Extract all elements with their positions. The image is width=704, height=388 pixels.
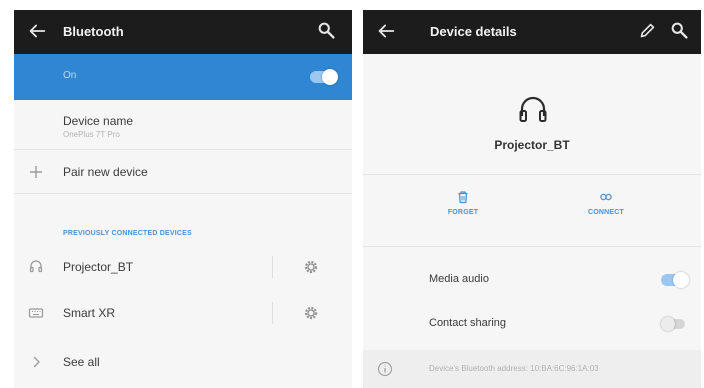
device-row-projector[interactable]: Projector_BT [14, 244, 352, 290]
see-all-row[interactable]: See all [14, 340, 352, 384]
see-all-label: See all [63, 355, 100, 369]
device-name-row[interactable]: Device name OnePlus 7T Pro [14, 100, 352, 150]
divider [363, 246, 701, 247]
contact-sharing-toggle[interactable] [661, 317, 685, 331]
bluetooth-address-text: Device's Bluetooth address: 10:BA:6C:96:… [429, 364, 599, 373]
toggle-knob [661, 317, 675, 331]
device-name-label: Device name [63, 114, 134, 128]
device-title: Projector_BT [494, 138, 570, 152]
link-icon [599, 190, 613, 204]
gear-icon[interactable] [303, 305, 319, 321]
info-icon [377, 361, 393, 377]
pair-new-device-label: Pair new device [63, 165, 148, 179]
bluetooth-app-bar: Bluetooth [14, 10, 352, 54]
gear-icon[interactable] [303, 259, 319, 275]
forget-label: FORGET [447, 209, 479, 216]
section-header: PREVIOUSLY CONNECTED DEVICES [63, 230, 192, 237]
device-name: Projector_BT [63, 260, 134, 274]
arrow-left-icon[interactable] [26, 20, 48, 42]
divider [363, 174, 701, 175]
bluetooth-toggle-switch[interactable] [310, 69, 338, 85]
headphones-icon [28, 258, 44, 274]
media-audio-toggle[interactable] [661, 272, 689, 288]
toggle-knob [322, 69, 338, 85]
media-audio-row[interactable]: Media audio [363, 258, 701, 302]
bluetooth-toggle-row[interactable]: On [14, 54, 352, 100]
divider [272, 256, 273, 278]
page-title: Device details [430, 24, 517, 39]
page-title: Bluetooth [63, 24, 124, 39]
device-name-value: OnePlus 7T Pro [63, 130, 120, 139]
plus-icon [28, 164, 44, 180]
bluetooth-toggle-label: On [63, 70, 77, 81]
device-name: Smart XR [63, 306, 116, 320]
forget-button[interactable]: FORGET [423, 190, 503, 216]
trash-icon [456, 190, 470, 204]
contact-sharing-row[interactable]: Contact sharing [363, 302, 701, 346]
bluetooth-address-footer: Device's Bluetooth address: 10:BA:6C:96:… [363, 350, 701, 388]
pencil-icon[interactable] [636, 20, 658, 42]
search-icon[interactable] [669, 20, 691, 42]
connect-button[interactable]: CONNECT [566, 190, 646, 216]
divider [272, 302, 273, 324]
chevron-right-icon [28, 354, 44, 370]
details-app-bar: Device details [363, 10, 701, 54]
arrow-left-icon[interactable] [375, 20, 397, 42]
toggle-knob [673, 272, 689, 288]
device-row-smart-xr[interactable]: Smart XR [14, 290, 352, 336]
connect-label: CONNECT [587, 209, 624, 216]
keyboard-icon [28, 305, 44, 321]
headphones-icon [516, 94, 550, 124]
pair-new-device-row[interactable]: Pair new device [14, 150, 352, 194]
bluetooth-screen: Bluetooth On Device name OnePlus 7T Pro … [14, 10, 352, 388]
contact-sharing-label: Contact sharing [429, 317, 507, 329]
search-icon[interactable] [316, 20, 338, 42]
device-details-screen: Device details Projector_BT FORGET CONNE… [363, 10, 701, 388]
media-audio-label: Media audio [429, 273, 489, 285]
